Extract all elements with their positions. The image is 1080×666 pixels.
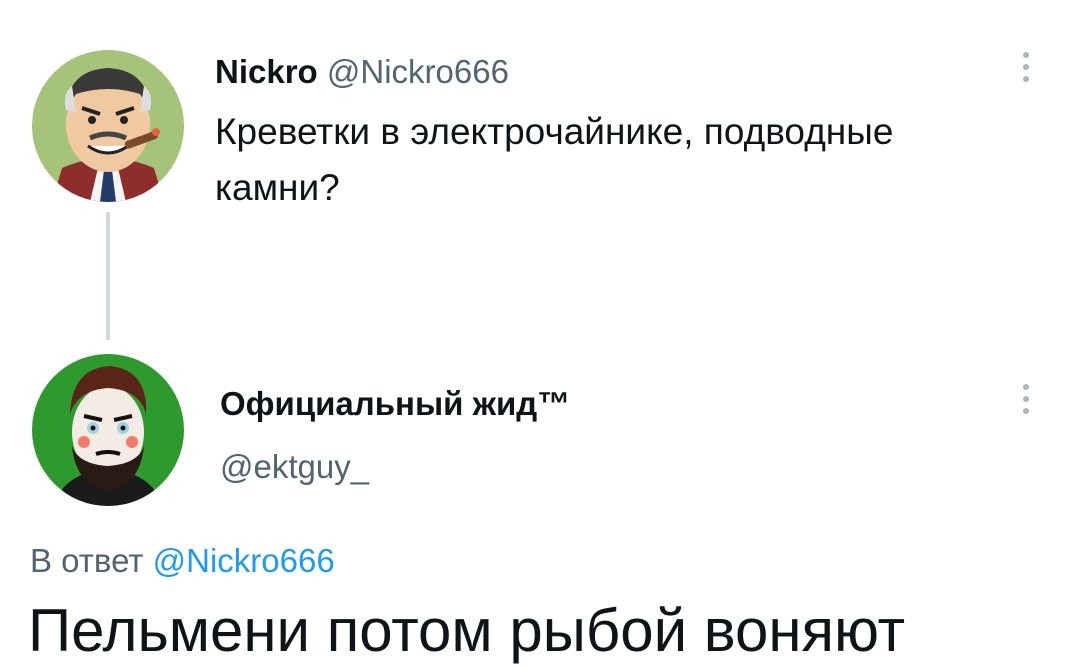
display-name-row: Официальный жид™ bbox=[220, 385, 570, 423]
display-name[interactable]: Официальный жид™ bbox=[220, 385, 570, 422]
tweet-reply: Официальный жид™ @ektguy_ bbox=[0, 340, 1080, 628]
reply-mention-link[interactable]: @Nickro666 bbox=[153, 542, 335, 579]
reply-text: Пельмени потом рыбой воняют bbox=[28, 597, 906, 664]
avatar[interactable] bbox=[32, 354, 184, 506]
reply-prefix: В ответ bbox=[30, 542, 144, 579]
display-name[interactable]: Nickro bbox=[215, 53, 318, 90]
thread-connector-line bbox=[106, 212, 110, 340]
avatar[interactable] bbox=[32, 50, 184, 202]
tweet-header: Nickro @Nickro666 bbox=[215, 53, 509, 91]
more-options-icon[interactable] bbox=[1016, 384, 1036, 414]
user-handle[interactable]: @ektguy_ bbox=[220, 448, 369, 485]
tweet-original: Nickro @Nickro666 Креветки в электрочайн… bbox=[0, 0, 1080, 340]
handle-row: @ektguy_ bbox=[220, 448, 369, 486]
tweet-text: Креветки в электрочайнике, подводные кам… bbox=[215, 111, 894, 208]
user-handle[interactable]: @Nickro666 bbox=[327, 53, 509, 90]
more-options-icon[interactable] bbox=[1016, 52, 1036, 82]
replying-to-line: В ответ @Nickro666 bbox=[30, 542, 335, 580]
cartoon-man-with-cigar-avatar bbox=[32, 50, 184, 202]
bearded-man-avatar bbox=[32, 354, 184, 506]
